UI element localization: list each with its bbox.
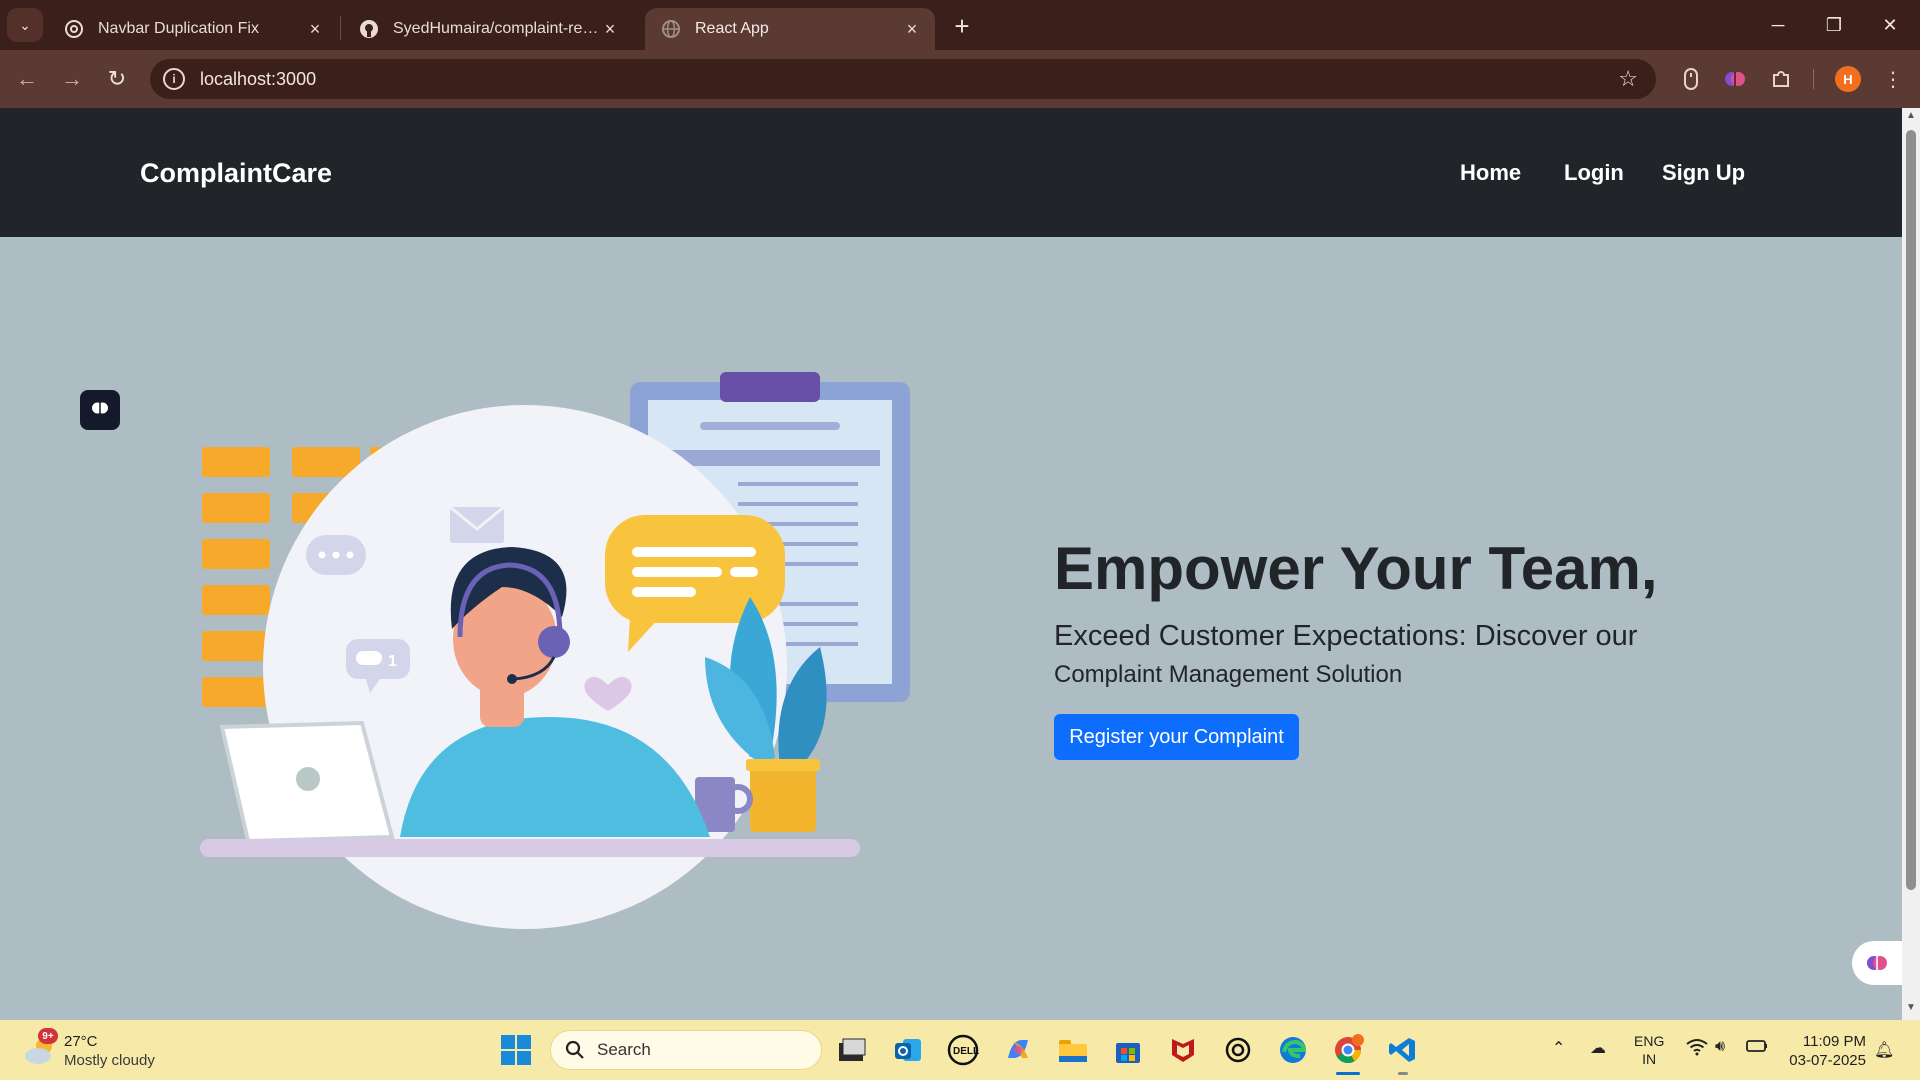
tab-navbar-duplication-fix[interactable]: Navbar Duplication Fix ×	[48, 8, 338, 50]
address-bar[interactable]: i localhost:3000 ☆	[150, 59, 1656, 99]
new-tab-button[interactable]: +	[946, 10, 978, 42]
scroll-up-arrow-icon[interactable]: ▲	[1905, 110, 1917, 121]
back-button[interactable]: ←	[10, 62, 44, 96]
language-line2: IN	[1642, 1051, 1657, 1067]
floating-brain-button[interactable]	[80, 390, 120, 430]
mcafee-icon[interactable]	[1165, 1032, 1201, 1068]
chrome-active-indicator	[1336, 1072, 1360, 1075]
weather-condition[interactable]: Mostly cloudy	[64, 1052, 155, 1069]
tab-title: SyedHumaira/complaint-registe	[393, 20, 599, 37]
restore-button[interactable]: ❐	[1806, 0, 1862, 50]
hero-subtitle-line2: Complaint Management Solution	[1054, 661, 1403, 688]
copilot-icon[interactable]	[1000, 1032, 1036, 1068]
copilot-sidebar-button[interactable]	[1852, 941, 1902, 985]
customer-support-illustration: 1	[200, 372, 910, 929]
system-clock[interactable]: 11:09 PM 03-07-2025	[1786, 1032, 1866, 1070]
brain-icon	[91, 399, 109, 422]
browser-tab-strip: ⌄ Navbar Duplication Fix × SyedHumaira/c…	[0, 0, 1920, 50]
close-icon[interactable]: ×	[599, 18, 621, 40]
extensions-puzzle-icon[interactable]	[1766, 64, 1796, 94]
tab-search-button[interactable]: ⌄	[7, 8, 43, 42]
dell-icon[interactable]: DELL	[945, 1032, 981, 1068]
language-indicator[interactable]: ENG IN	[1634, 1032, 1664, 1068]
arrow-right-icon: →	[61, 66, 83, 91]
app-navbar: ComplaintCare Home Login Sign Up	[0, 108, 1902, 237]
globe-icon	[661, 19, 681, 39]
more-menu-icon[interactable]: ⋮	[1878, 64, 1908, 94]
chevron-down-icon: ⌄	[19, 16, 31, 33]
plus-icon: +	[954, 10, 970, 41]
weather-temperature[interactable]: 27°C	[64, 1033, 98, 1050]
hero-section: 1 Empower Your Team, Exceed Customer Exp…	[0, 237, 1902, 1020]
mouse-extension-icon[interactable]	[1676, 64, 1706, 94]
close-window-button[interactable]: ✕	[1862, 0, 1918, 50]
minimize-button[interactable]: ─	[1750, 0, 1806, 50]
tab-react-app[interactable]: React App ×	[645, 8, 935, 50]
windows-taskbar: 9+ 27°C Mostly cloudy Search DELL ⌃ ☁ EN…	[0, 1020, 1920, 1080]
task-view-icon[interactable]	[834, 1032, 870, 1068]
notification-bell-icon[interactable]: 🔔︎	[1874, 1040, 1894, 1060]
brain-icon	[1867, 956, 1887, 970]
openai-icon	[64, 19, 84, 39]
restore-icon: ❐	[1825, 14, 1843, 35]
onedrive-cloud-icon[interactable]: ☁	[1590, 1038, 1606, 1058]
arrow-left-icon: ←	[16, 66, 38, 91]
laptop-icon	[219, 720, 395, 844]
register-complaint-button[interactable]: Register your Complaint	[1054, 714, 1299, 760]
url-text[interactable]: localhost:3000	[200, 69, 316, 90]
chat-dots-icon	[306, 535, 366, 575]
battery-icon[interactable]	[1746, 1038, 1768, 1059]
tab-title: React App	[695, 20, 769, 37]
weather-alert-badge: 9+	[38, 1028, 58, 1044]
search-icon	[565, 1040, 584, 1059]
github-icon	[359, 19, 379, 39]
vscode-icon[interactable]	[1385, 1032, 1421, 1068]
edge-icon[interactable]	[1275, 1032, 1311, 1068]
clock-date: 03-07-2025	[1789, 1052, 1866, 1069]
language-line1: ENG	[1634, 1033, 1665, 1049]
tab-separator	[340, 16, 341, 40]
clock-time: 11:09 PM	[1802, 1033, 1866, 1050]
show-hidden-icons-chevron-icon[interactable]: ⌃	[1552, 1038, 1565, 1058]
minimize-icon: ─	[1771, 14, 1785, 35]
nav-link-home[interactable]: Home	[1460, 160, 1521, 186]
volume-icon[interactable]: 🔊︎	[1715, 1038, 1725, 1056]
scroll-down-arrow-icon[interactable]: ▼	[1905, 1002, 1917, 1013]
microsoft-store-icon[interactable]	[1110, 1032, 1146, 1068]
page-scrollbar[interactable]: ▲ ▼	[1902, 108, 1920, 1020]
desk-icon	[200, 839, 860, 857]
envelope-icon	[449, 505, 505, 543]
windows-start-icon[interactable]	[500, 1034, 532, 1066]
browser-toolbar: ← → ↻ i localhost:3000 ☆	[0, 50, 1920, 108]
wifi-icon[interactable]	[1686, 1038, 1708, 1061]
vscode-running-indicator	[1398, 1072, 1408, 1075]
reload-button[interactable]: ↻	[100, 62, 134, 96]
svg-text:DELL: DELL	[953, 1046, 979, 1057]
hero-subtitle-line1: Exceed Customer Expectations: Discover o…	[1054, 620, 1638, 652]
brain-extension-icon[interactable]	[1720, 64, 1750, 94]
hero-title: Empower Your Team,	[1054, 535, 1658, 602]
bookmark-star-icon[interactable]: ☆	[1618, 66, 1638, 92]
nav-link-login[interactable]: Login	[1564, 160, 1624, 186]
toolbar-separator	[1813, 69, 1814, 89]
taskbar-search-placeholder: Search	[597, 1040, 651, 1059]
reload-icon: ↻	[107, 66, 127, 91]
chatgpt-icon[interactable]	[1220, 1032, 1256, 1068]
file-explorer-icon[interactable]	[1055, 1032, 1091, 1068]
taskbar-search-box[interactable]: Search	[550, 1030, 822, 1070]
close-icon[interactable]: ×	[304, 18, 326, 40]
outlook-icon[interactable]	[890, 1032, 926, 1068]
site-info-icon[interactable]: i	[163, 68, 185, 90]
forward-button[interactable]: →	[55, 62, 89, 96]
tab-github-repo[interactable]: SyedHumaira/complaint-registe ×	[343, 8, 633, 50]
profile-avatar[interactable]: H	[1835, 66, 1861, 92]
close-icon: ✕	[1882, 14, 1898, 35]
chrome-icon[interactable]	[1330, 1032, 1366, 1068]
tab-title: Navbar Duplication Fix	[98, 20, 259, 37]
comment-badge-count: 1	[388, 653, 397, 670]
close-icon[interactable]: ×	[901, 18, 923, 40]
brand-logo[interactable]: ComplaintCare	[140, 158, 332, 189]
scrollbar-thumb[interactable]	[1906, 130, 1916, 890]
nav-link-sign-up[interactable]: Sign Up	[1662, 160, 1745, 186]
